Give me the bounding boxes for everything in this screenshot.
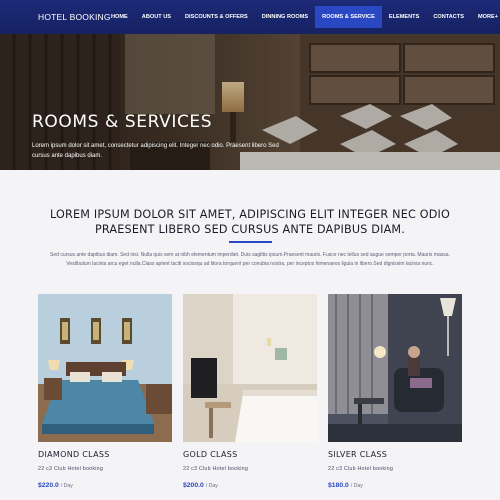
room-card-image-diamond[interactable]	[38, 294, 172, 442]
price-value: $180.0	[328, 482, 349, 489]
room-name-silver[interactable]: SILVER CLASS	[328, 450, 387, 459]
gold-room-photo	[183, 294, 317, 442]
room-price-diamond: $220.0 / Day	[38, 482, 73, 489]
top-navbar: HOTEL BOOKING HOME ABOUT US DISCOUNTS & …	[0, 0, 500, 34]
nav-item-about-us[interactable]: ABOUT US	[135, 0, 178, 34]
nav-item-rooms-service[interactable]: ROOMS & SERVICE	[315, 6, 382, 28]
silver-room-photo	[328, 294, 462, 442]
room-name-gold[interactable]: GOLD CLASS	[183, 450, 238, 459]
nav-item-contacts[interactable]: CONTACTS	[426, 0, 471, 34]
price-period: / Day	[60, 483, 73, 489]
room-subtitle-silver: 22 c3 Club Hotel booking	[328, 466, 394, 472]
hero-banner: ROOMS & SERVICES Lorem ipsum dolor sit a…	[0, 34, 500, 170]
nav-item-elements[interactable]: ELEMENTS	[382, 0, 426, 34]
hero-subtitle: Lorem ipsum dolor sit amet, consectetur …	[32, 143, 279, 159]
price-value: $200.0	[183, 482, 204, 489]
room-price-gold: $200.0 / Day	[183, 482, 218, 489]
room-price-silver: $180.0 / Day	[328, 482, 363, 489]
heading-divider	[229, 241, 272, 243]
room-subtitle-diamond: 22 c3 Club Hotel booking	[38, 466, 104, 472]
hero-title: ROOMS & SERVICES	[32, 112, 213, 132]
room-card-image-silver[interactable]	[328, 294, 462, 442]
nav-item-more[interactable]: MORE+	[471, 0, 500, 34]
nav-item-home[interactable]: HOME	[104, 0, 135, 34]
section-description: Sed cursus ante dapibus diam. Sed nisi. …	[50, 252, 450, 267]
main-menu: HOME ABOUT US DISCOUNTS & OFFERS DINNING…	[104, 0, 500, 34]
brand-logo[interactable]: HOTEL BOOKING	[38, 12, 111, 22]
room-subtitle-gold: 22 c3 Club Hotel booking	[183, 466, 249, 472]
room-name-diamond[interactable]: DIAMOND CLASS	[38, 450, 110, 459]
price-period: / Day	[205, 483, 218, 489]
nav-item-discounts-offers[interactable]: DISCOUNTS & OFFERS	[178, 0, 255, 34]
nav-item-dinning-rooms[interactable]: DINNING ROOMS	[255, 0, 315, 34]
section-heading: LOREM IPSUM DOLOR SIT AMET, ADIPISCING E…	[49, 208, 451, 236]
price-period: / Day	[350, 483, 363, 489]
room-card-image-gold[interactable]	[183, 294, 317, 442]
diamond-room-photo	[38, 294, 172, 442]
price-value: $220.0	[38, 482, 59, 489]
